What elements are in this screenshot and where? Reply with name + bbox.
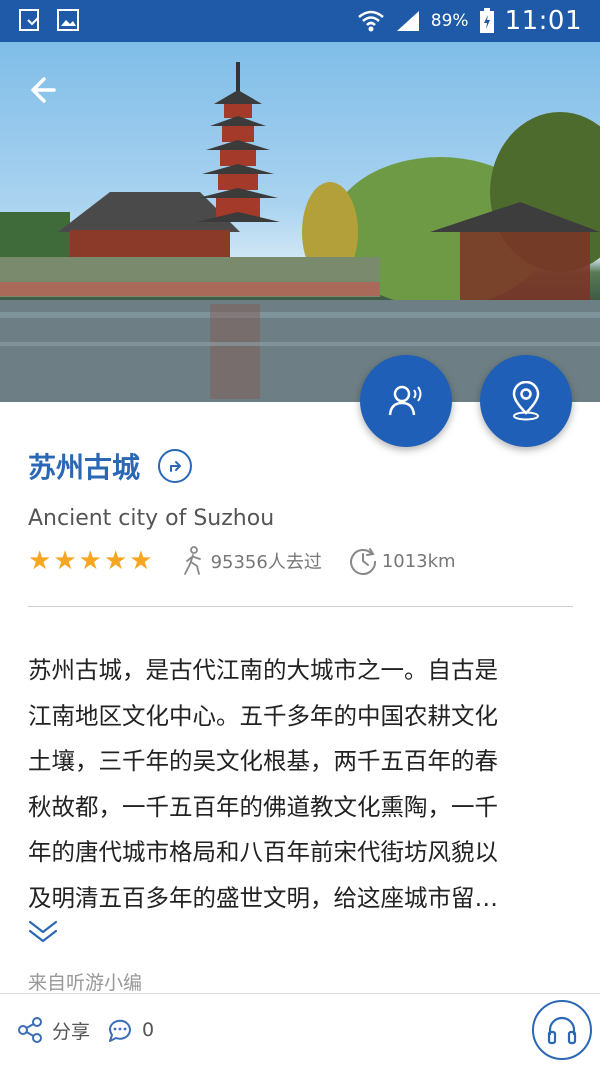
star-icon: ★ bbox=[129, 546, 153, 576]
description: 苏州古城，是古代江南的大城市之一。自古是 江南地区文化中心。五千多年的中国农耕文… bbox=[28, 648, 573, 921]
back-button[interactable] bbox=[24, 70, 68, 110]
image-notification-icon bbox=[57, 9, 79, 31]
star-icon: ★ bbox=[28, 546, 52, 576]
location-button[interactable] bbox=[480, 355, 572, 447]
description-line: 年的唐代城市格局和八百年前宋代街坊风貌以 bbox=[28, 838, 498, 866]
description-line: 及明清五百多年的盛世文明，给这座城市留… bbox=[28, 883, 498, 912]
expand-description-button[interactable] bbox=[26, 918, 60, 950]
source-credit: 来自听游小编 bbox=[28, 972, 143, 994]
headphones-icon bbox=[547, 1016, 577, 1045]
battery-icon bbox=[479, 8, 494, 33]
walking-person-icon bbox=[183, 546, 201, 575]
description-line: 江南地区文化中心。五千多年的中国农耕文化 bbox=[28, 701, 498, 730]
navigate-button[interactable] bbox=[158, 449, 193, 483]
comment-icon bbox=[109, 1019, 131, 1042]
english-name: Ancient city of Suzhou bbox=[28, 506, 275, 531]
audio-guide-button[interactable] bbox=[360, 355, 452, 447]
location-pin-icon bbox=[512, 381, 540, 421]
share-label: 分享 bbox=[52, 1020, 91, 1043]
distance-icon bbox=[349, 548, 376, 575]
pagoda-scene-illustration bbox=[0, 62, 600, 402]
description-line: 苏州古城，是古代江南的大城市之一。自古是 bbox=[28, 656, 498, 684]
star-icon: ★ bbox=[103, 546, 128, 576]
star-icon: ★ bbox=[78, 546, 102, 576]
navigate-icon bbox=[170, 461, 182, 472]
comment-count: 0 bbox=[142, 1019, 155, 1041]
wifi-icon bbox=[357, 10, 384, 32]
description-line: 土壤，三千年的吴文化根基，两千五百年的春 bbox=[28, 747, 498, 775]
audio-guide-icon bbox=[388, 385, 422, 416]
clock: 11:01 bbox=[504, 6, 582, 36]
audio-play-button[interactable] bbox=[532, 1000, 592, 1060]
comment-button[interactable]: 0 bbox=[106, 1016, 154, 1044]
divider bbox=[28, 606, 573, 607]
distance-text: 1013km bbox=[381, 550, 456, 572]
star-icon: ★ bbox=[53, 546, 77, 576]
bottom-bar: 分享 0 bbox=[0, 993, 600, 1068]
signal-icon bbox=[396, 11, 419, 31]
meta-row: ★ ★ ★ ★ ★ 95356人去过 1013km bbox=[28, 546, 456, 576]
title-row: 苏州古城 bbox=[28, 446, 193, 486]
rating-stars: ★ ★ ★ ★ ★ bbox=[28, 548, 153, 574]
screenshot-notification-icon bbox=[19, 9, 39, 31]
visitor-count: 95356人去过 bbox=[179, 546, 322, 576]
attraction-title: 苏州古城 bbox=[28, 451, 141, 484]
back-arrow-icon bbox=[31, 77, 56, 103]
share-icon bbox=[18, 1017, 42, 1043]
battery-percent: 89% bbox=[430, 11, 469, 31]
distance: 1013km bbox=[348, 546, 456, 576]
description-line: 秋故都，一千五百年的佛道教文化熏陶，一千 bbox=[28, 792, 498, 821]
status-bar: 89% 11:01 bbox=[0, 0, 600, 42]
chevron-down-icon bbox=[28, 920, 58, 943]
visitor-count-text: 95356人去过 bbox=[210, 552, 322, 573]
hero-image bbox=[0, 42, 600, 402]
share-button[interactable]: 分享 bbox=[16, 1016, 90, 1044]
